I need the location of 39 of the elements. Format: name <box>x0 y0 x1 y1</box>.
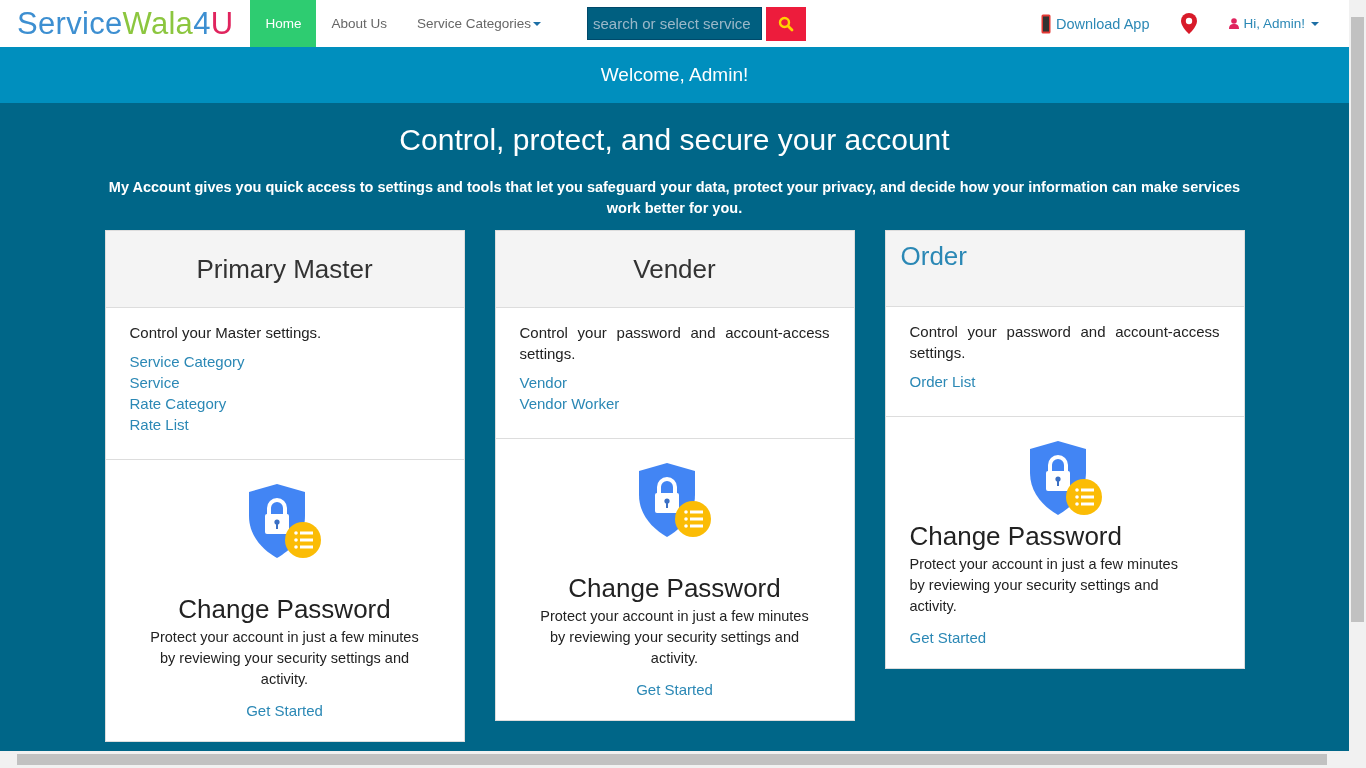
change-password-title: Change Password <box>178 594 391 625</box>
search-field[interactable]: search or select service <box>587 7 762 40</box>
brand-logo[interactable]: ServiceWala4U <box>0 0 251 47</box>
card-title: Vender <box>633 253 716 285</box>
phone-icon <box>1040 13 1051 34</box>
settings-link[interactable]: Vendor Worker <box>519 393 830 414</box>
change-password-title: Change Password <box>568 573 781 604</box>
change-password-text: Protect your account in just a few minutes by reviewing your security settings and activity. <box>149 628 420 689</box>
change-password-title: Change Password <box>909 521 1122 552</box>
download-app-link[interactable]: Download App <box>1040 13 1150 34</box>
card-description: Control your Master settings. <box>129 323 323 343</box>
get-started-link[interactable]: Get Started <box>636 679 713 700</box>
user-icon <box>1229 18 1240 29</box>
nav-link[interactable]: About Us <box>316 0 402 47</box>
nav-link[interactable]: Service Categories <box>401 0 556 47</box>
horizontal-scrollbar[interactable] <box>0 751 1366 768</box>
nav-link[interactable]: Home <box>250 0 317 47</box>
intro-text: My Account gives you quick access to settings and tools that let you safeguard your data, protect your privacy, and decide how your information can make services work better for you. <box>107 178 1242 218</box>
location-pin-icon[interactable] <box>1179 11 1200 36</box>
settings-link[interactable]: Rate List <box>129 414 440 435</box>
user-menu[interactable]: Hi, Admin! <box>1229 16 1319 31</box>
settings-link[interactable]: Rate Category <box>129 393 440 414</box>
welcome-text: Welcome, Admin! <box>600 64 749 86</box>
settings-link[interactable]: Order List <box>909 371 1220 392</box>
page-heading: Control, protect, and secure your account <box>398 123 951 157</box>
change-password-text: Protect your account in just a few minutes by reviewing your security settings and activity. <box>909 555 1179 616</box>
settings-link[interactable]: Service <box>129 372 440 393</box>
settings-link[interactable]: Vendor <box>519 372 830 393</box>
card-title: Order <box>900 241 967 272</box>
search-button[interactable] <box>766 6 806 41</box>
vertical-scrollbar[interactable] <box>1349 0 1366 751</box>
card-description: Control your password and account-access settings. <box>909 322 1220 363</box>
settings-link[interactable]: Service Category <box>129 351 440 372</box>
get-started-link[interactable]: Get Started <box>909 627 987 648</box>
card-title: Primary Master <box>196 253 373 285</box>
change-password-text: Protect your account in just a few minutes by reviewing your security settings and activity. <box>539 607 810 668</box>
search-icon <box>778 15 794 32</box>
card-description: Control your password and account-access settings. <box>519 323 830 364</box>
get-started-link[interactable]: Get Started <box>246 700 323 721</box>
